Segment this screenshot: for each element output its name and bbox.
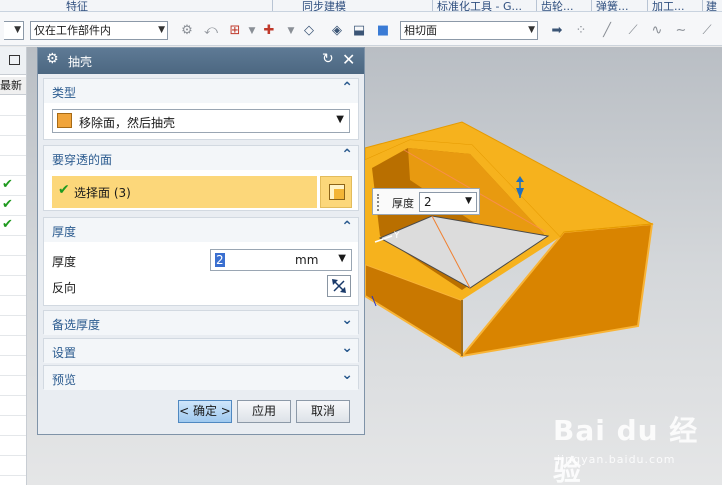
select-face-row[interactable]: ✔ 选择面 (3) xyxy=(52,176,317,208)
section-alt-thickness[interactable]: 备选厚度 ⌄ xyxy=(43,310,359,335)
remove-face-shell-icon xyxy=(57,113,72,128)
cancel-button[interactable]: 取消 xyxy=(296,400,350,423)
dialog-title-bar[interactable]: ⚙ 抽壳 ↻ ✕ xyxy=(38,48,364,74)
section-preview-header[interactable]: 预览 ⌄ xyxy=(44,366,358,390)
chevron-down-icon: ▼ xyxy=(465,196,472,206)
chevron-down-icon[interactable]: ▼ xyxy=(338,253,346,264)
gear-icon[interactable]: ⚙ xyxy=(46,51,59,67)
drag-grip-icon[interactable] xyxy=(377,194,381,211)
thickness-field-label: 厚度 xyxy=(52,255,77,269)
section-faces-header[interactable]: 要穿透的面 ⌃ xyxy=(44,146,358,170)
type-select[interactable]: 移除面，然后抽壳 ▼ xyxy=(52,109,350,133)
watermark-logo: Bai du 经验 xyxy=(553,414,699,485)
axis-y-label: Y xyxy=(393,231,400,241)
reset-icon[interactable]: ↻ xyxy=(322,51,334,67)
chevron-up-icon: ⌃ xyxy=(341,147,353,163)
face-selection-button[interactable] xyxy=(320,176,352,208)
face-cube-icon xyxy=(329,184,345,200)
chevron-up-icon: ⌃ xyxy=(341,219,353,235)
chevron-down-icon: ⌄ xyxy=(341,367,353,383)
handle-thickness-select[interactable]: 2 ▼ xyxy=(419,192,477,212)
chevron-up-icon: ⌃ xyxy=(341,80,353,96)
watermark-url: jingyan.baidu.com xyxy=(557,453,676,466)
section-preview[interactable]: 预览 ⌄ xyxy=(43,365,359,390)
unit-label: mm xyxy=(295,253,319,267)
reverse-direction-button[interactable] xyxy=(327,275,351,297)
thickness-handle-box: 厚度 2 ▼ xyxy=(372,188,480,215)
reverse-direction-icon xyxy=(332,279,346,293)
chevron-down-icon: ⌄ xyxy=(341,340,353,356)
dialog-title: 抽壳 xyxy=(68,55,93,69)
chevron-down-icon: ▼ xyxy=(336,114,344,125)
section-thickness-header[interactable]: 厚度 ⌃ xyxy=(44,218,358,242)
shell-dialog: ⚙ 抽壳 ↻ ✕ 类型 ⌃ 移除面，然后抽壳 ▼ 要穿透的面 ⌃ ✔ 选择面 (… xyxy=(37,47,365,435)
section-faces: 要穿透的面 ⌃ ✔ 选择面 (3) xyxy=(43,145,359,211)
ok-button[interactable]: < 确定 > xyxy=(178,400,232,423)
reverse-label: 反向 xyxy=(52,281,77,295)
section-settings[interactable]: 设置 ⌄ xyxy=(43,338,359,363)
section-type-header[interactable]: 类型 ⌃ xyxy=(44,79,358,103)
close-icon[interactable]: ✕ xyxy=(342,50,355,69)
baidu-watermark: Bai du 经验 jingyan.baidu.com xyxy=(553,403,718,485)
apply-button[interactable]: 应用 xyxy=(237,400,291,423)
chevron-down-icon: ⌄ xyxy=(341,312,353,328)
section-thickness: 厚度 ⌃ 厚度 2 mm ▼ 反向 xyxy=(43,217,359,306)
thickness-input[interactable]: 2 mm ▼ xyxy=(210,249,352,271)
section-settings-header[interactable]: 设置 ⌄ xyxy=(44,339,358,363)
handle-thickness-label: 厚度 xyxy=(392,197,414,210)
checkmark-icon: ✔ xyxy=(58,182,70,198)
section-alt-thickness-header[interactable]: 备选厚度 ⌄ xyxy=(44,311,358,335)
section-type: 类型 ⌃ 移除面，然后抽壳 ▼ xyxy=(43,78,359,140)
